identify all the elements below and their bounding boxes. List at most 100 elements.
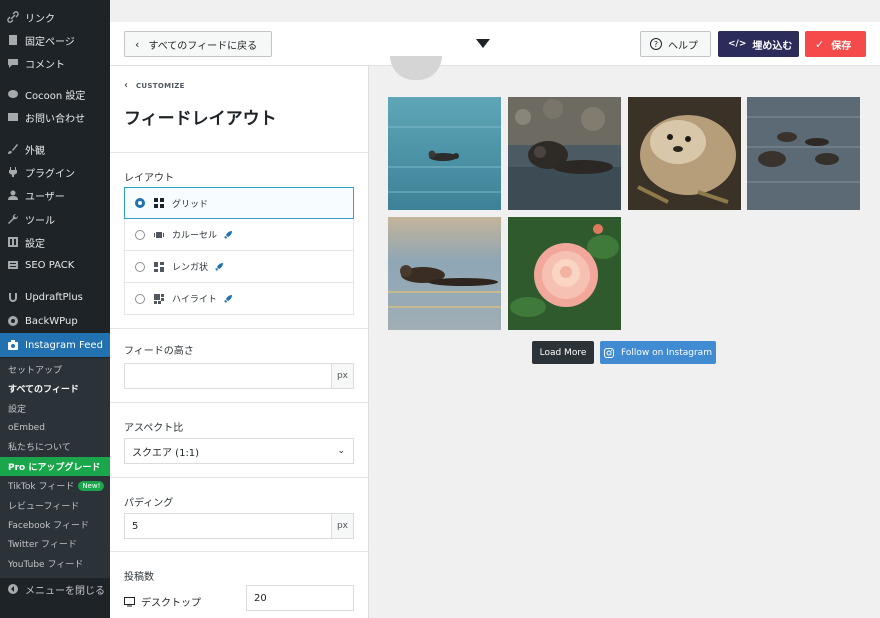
- layout-option-carousel[interactable]: カルーセル: [124, 219, 354, 251]
- sidebar-item-appearance[interactable]: 外観: [0, 138, 110, 160]
- sidebar-item-users[interactable]: ユーザー: [0, 184, 110, 206]
- carousel-icon: [154, 230, 164, 240]
- option-label: カルーセル: [172, 231, 218, 241]
- unit-label: px: [331, 514, 353, 538]
- seo-icon: [7, 259, 19, 271]
- aspect-value: スクエア (1:1): [132, 447, 200, 459]
- submenu-label: TikTok フィード: [8, 482, 75, 492]
- rocket-icon: [214, 262, 224, 272]
- feed-photo[interactable]: [628, 97, 741, 210]
- submenu-facebook-feed[interactable]: Facebook フィード: [0, 515, 110, 534]
- page-title: フィードレイアウト: [124, 109, 277, 129]
- sidebar-item-backwpup[interactable]: BackWPup: [0, 310, 110, 332]
- submenu-setup[interactable]: セットアップ: [0, 360, 110, 379]
- submenu-label: 私たちについて: [8, 443, 71, 453]
- feed-preview: Load More Follow on Instagram: [369, 56, 880, 618]
- submenu-youtube-feed[interactable]: YouTube フィード: [0, 554, 110, 573]
- back-label: すべてのフィードに戻る: [148, 40, 258, 52]
- help-icon: ?: [650, 38, 662, 50]
- submenu-all-feeds[interactable]: すべてのフィード: [0, 379, 110, 398]
- sidebar-item-label: コメント: [25, 59, 65, 71]
- feed-photo[interactable]: [508, 217, 621, 330]
- submenu-label: Pro にアップグレード: [8, 463, 101, 473]
- padding-input[interactable]: 5 px: [124, 513, 354, 539]
- instagram-icon: [604, 347, 615, 358]
- back-to-feeds-button[interactable]: ‹ すべてのフィードに戻る: [124, 31, 272, 57]
- feed-height-input[interactable]: px: [124, 363, 354, 389]
- sidebar-item-settings[interactable]: 設定: [0, 231, 110, 253]
- radio-button[interactable]: [135, 198, 145, 208]
- layout-section: レイアウト グリッド カルーセル レンガ状 ハイライト: [110, 152, 369, 315]
- desktop-label: デスクトップ: [141, 598, 201, 609]
- sidebar-item-tools[interactable]: ツール: [0, 208, 110, 230]
- feed-photo[interactable]: [747, 97, 860, 210]
- sidebar-item-pages[interactable]: 固定ページ: [0, 29, 110, 51]
- chevron-down-icon: ⌄: [337, 446, 345, 456]
- chevron-left-icon: ‹: [135, 37, 140, 51]
- embed-button[interactable]: </> 埋め込む: [718, 31, 799, 57]
- post-count-label: 投稿数: [124, 572, 154, 583]
- sidebar-item-seo-pack[interactable]: SEO PACK: [0, 254, 110, 276]
- feed-photo[interactable]: [388, 97, 501, 210]
- submenu-upgrade-pro[interactable]: Pro にアップグレード: [0, 457, 110, 476]
- builder-header: ‹ すべてのフィードに戻る ? ヘルプ </> 埋め込む ✓ 保存: [110, 22, 880, 66]
- radio-button[interactable]: [135, 261, 145, 272]
- submenu-label: すべてのフィード: [8, 385, 79, 395]
- sidebar-item-cocoon[interactable]: Cocoon 設定: [0, 83, 110, 105]
- save-label: 保存: [831, 40, 852, 52]
- desktop-posts-value[interactable]: 20: [247, 593, 353, 604]
- collapse-menu-button[interactable]: メニューを閉じる: [0, 578, 110, 600]
- layout-option-highlight[interactable]: ハイライト: [124, 283, 354, 315]
- submenu-oembed[interactable]: oEmbed: [0, 418, 110, 437]
- wrench-icon: [7, 213, 19, 225]
- radio-button[interactable]: [135, 229, 145, 240]
- new-badge: New!: [78, 480, 105, 491]
- desktop-row: デスクトップ: [124, 594, 201, 609]
- sidebar-item-label: 固定ページ: [25, 36, 75, 48]
- padding-value[interactable]: 5: [125, 521, 331, 532]
- collapse-icon: [7, 583, 19, 595]
- submenu-label: レビューフィード: [8, 502, 80, 512]
- help-label: ヘルプ: [668, 40, 698, 52]
- rocket-icon: [223, 230, 233, 240]
- layout-option-masonry[interactable]: レンガ状: [124, 251, 354, 283]
- sidebar-item-label: プラグイン: [25, 168, 75, 180]
- sidebar-item-label: SEO PACK: [25, 259, 75, 271]
- feed-photo[interactable]: [508, 97, 621, 210]
- desktop-posts-input[interactable]: 20: [246, 585, 354, 611]
- help-button[interactable]: ? ヘルプ: [640, 31, 711, 57]
- camera-icon: [7, 339, 19, 351]
- save-button[interactable]: ✓ 保存: [805, 31, 866, 57]
- submenu-twitter-feed[interactable]: Twitter フィード: [0, 534, 110, 553]
- radio-button[interactable]: [135, 293, 145, 304]
- desktop-icon: [124, 596, 135, 607]
- sidebar-item-instagram-feed[interactable]: Instagram Feed: [0, 333, 110, 357]
- comment-icon: [7, 57, 19, 69]
- submenu-settings[interactable]: 設定: [0, 399, 110, 418]
- sidebar-item-plugins[interactable]: プラグイン: [0, 161, 110, 183]
- sidebar-item-contact[interactable]: お問い合わせ: [0, 106, 110, 128]
- embed-label: 埋め込む: [752, 40, 793, 52]
- sidebar-item-label: 外観: [25, 145, 45, 157]
- settings-icon: [7, 236, 19, 248]
- load-more-button[interactable]: Load More: [532, 341, 594, 364]
- top-spacer: [110, 0, 880, 22]
- sidebar-item-links[interactable]: リンク: [0, 6, 110, 28]
- check-icon: ✓: [815, 37, 825, 51]
- sidebar-item-label: Instagram Feed: [25, 339, 103, 351]
- sidebar-item-updraftplus[interactable]: UpdraftPlus: [0, 286, 110, 308]
- feed-height-section: フィードの高さ px: [110, 328, 369, 402]
- layout-option-grid[interactable]: グリッド: [124, 187, 354, 219]
- feed-photo[interactable]: [388, 217, 501, 330]
- mail-icon: [7, 111, 19, 123]
- admin-sidebar: リンク 固定ページ コメント Cocoon 設定 お問い合わせ 外観 プラグイン…: [0, 0, 110, 618]
- follow-on-instagram-button[interactable]: Follow on Instagram: [600, 341, 716, 364]
- breadcrumb[interactable]: ‹ CUSTOMIZE: [124, 80, 185, 91]
- submenu-about-us[interactable]: 私たちについて: [0, 437, 110, 456]
- submenu-tiktok-feed[interactable]: TikTok フィード New!: [0, 476, 110, 495]
- highlight-icon: [154, 293, 164, 304]
- submenu-label: セットアップ: [8, 366, 63, 376]
- submenu-review-feed[interactable]: レビューフィード: [0, 496, 110, 515]
- aspect-ratio-select[interactable]: スクエア (1:1) ⌄: [124, 438, 354, 464]
- sidebar-item-comments[interactable]: コメント: [0, 52, 110, 74]
